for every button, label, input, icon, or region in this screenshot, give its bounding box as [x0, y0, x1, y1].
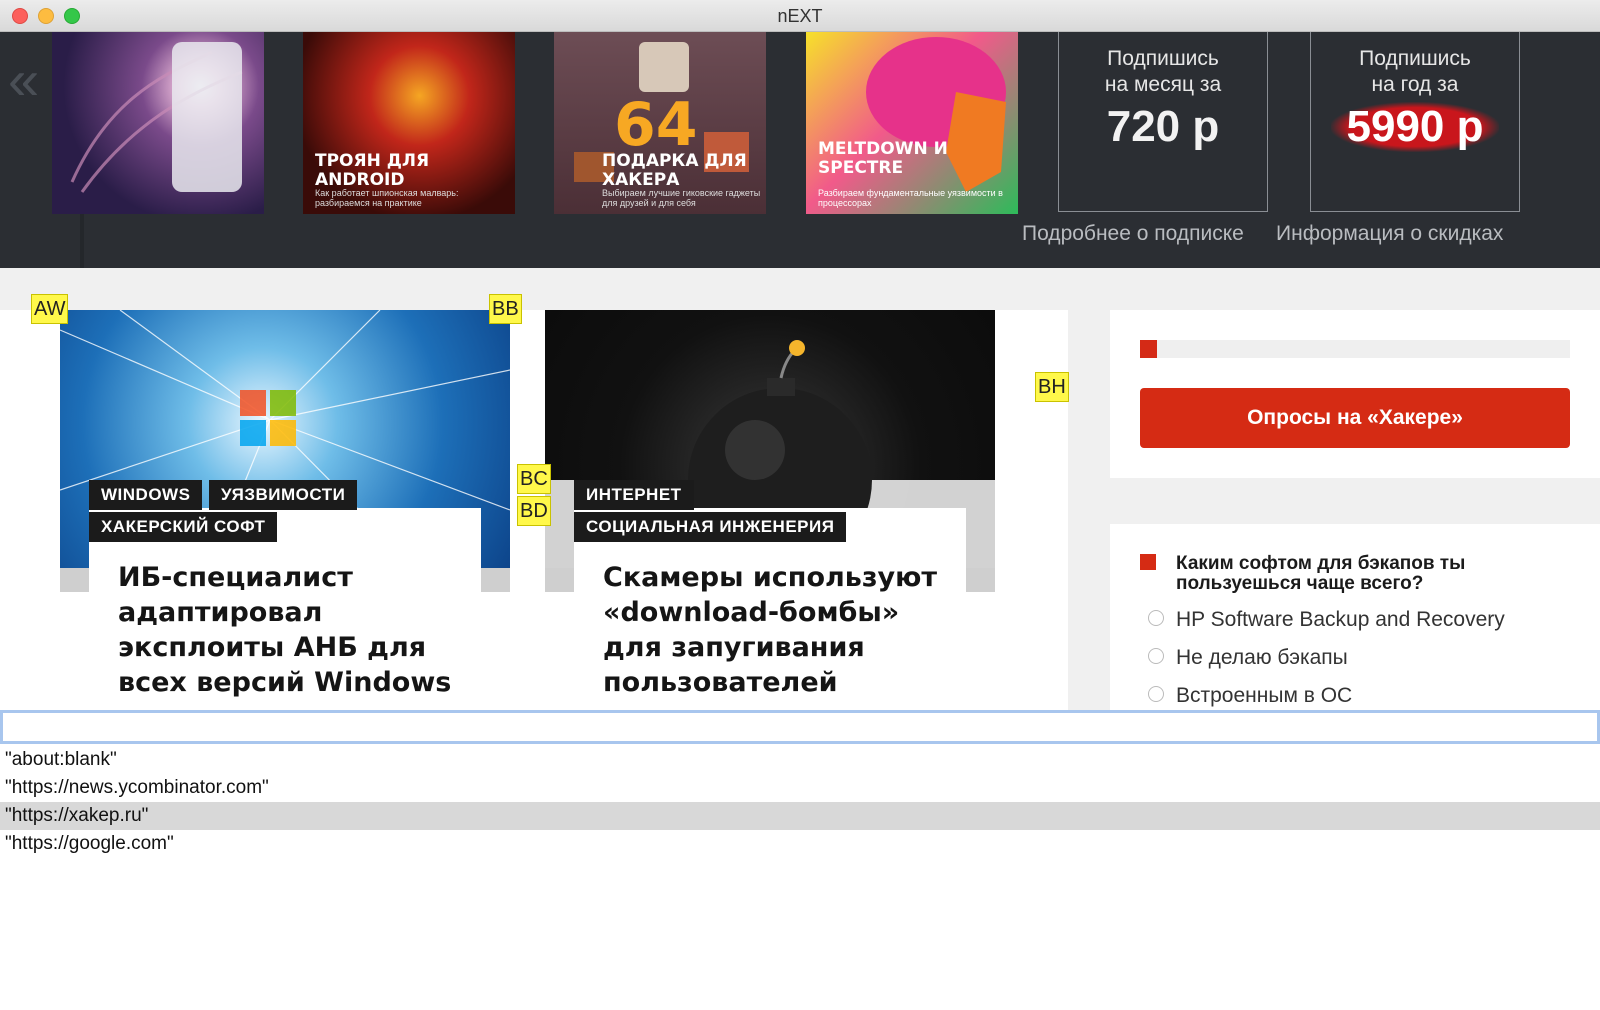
- link-hint-bh: BH: [1035, 372, 1069, 402]
- magazine-cover-1[interactable]: [52, 32, 264, 214]
- poll-question-widget: Каким софтом для бэкапов ты пользуешься …: [1110, 524, 1600, 710]
- subscribe-year-price: 5990 р: [1330, 102, 1500, 152]
- poll-option-1[interactable]: HP Software Backup and Recovery: [1148, 608, 1505, 632]
- discounts-info-link[interactable]: Информация о скидках: [1276, 222, 1503, 246]
- radio-icon[interactable]: [1148, 686, 1164, 703]
- link-hint-bb: BB: [489, 294, 522, 324]
- poll-option-3-label: Встроенным в ОС: [1176, 684, 1353, 707]
- article-1-tag-windows[interactable]: WINDOWS: [89, 480, 203, 510]
- magazine-strip: « ТРОЯН ДЛЯ ANDROID Как работает шпионск…: [0, 32, 1600, 268]
- magazine-cover-4[interactable]: MELTDOWN И SPECTRE Разбираем фундаментал…: [806, 32, 1018, 214]
- url-suggestion[interactable]: "https://google.com": [0, 830, 1600, 858]
- subscribe-year-line1: Подпишись: [1359, 47, 1471, 70]
- poll-option-2[interactable]: Не делаю бэкапы: [1148, 646, 1348, 670]
- window-titlebar: nEXT: [0, 0, 1600, 32]
- url-suggestion[interactable]: "https://xakep.ru": [0, 802, 1600, 830]
- poll-bullet-icon: [1140, 554, 1156, 570]
- subscribe-month-price: 720 р: [1106, 102, 1220, 151]
- poll-option-3[interactable]: Встроенным в ОС: [1148, 684, 1352, 708]
- radio-icon[interactable]: [1148, 648, 1164, 665]
- subscribe-year-box[interactable]: Подпишись на год за 5990 р: [1310, 32, 1520, 212]
- cover-2-subtitle: Как работает шпионская малварь: разбирае…: [315, 188, 459, 208]
- article-2-tag-social-engineering[interactable]: СОЦИАЛЬНАЯ ИНЖЕНЕРИЯ: [574, 512, 847, 542]
- carousel-prev-icon[interactable]: «: [8, 52, 39, 108]
- subscribe-month-line2: на месяц за: [1104, 73, 1222, 96]
- cover-4-subtitle: Разбираем фундаментальные уязвимости в п…: [818, 188, 1003, 208]
- url-suggestion[interactable]: "https://news.ycombinator.com": [0, 774, 1600, 802]
- content-gap: [0, 268, 1600, 310]
- url-suggestion[interactable]: "about:blank": [0, 746, 1600, 774]
- cover-2-title: ТРОЯН ДЛЯ ANDROID: [315, 151, 430, 190]
- url-suggestions-list: "about:blank" "https://news.ycombinator.…: [0, 746, 1600, 858]
- cover-4-art: [866, 37, 1006, 192]
- article-2-headline[interactable]: Скамеры используют «download-бомбы» для …: [603, 560, 943, 700]
- window-title: nEXT: [777, 6, 823, 26]
- link-hint-bc: BC: [517, 464, 551, 494]
- poll-option-1-label: HP Software Backup and Recovery: [1176, 608, 1505, 631]
- cover-3-number: 64: [614, 90, 698, 160]
- magazine-cover-2[interactable]: ТРОЯН ДЛЯ ANDROID Как работает шпионская…: [303, 32, 515, 214]
- cover-3-title: ПОДАРКА ДЛЯ ХАКЕРА: [602, 151, 747, 190]
- polls-button[interactable]: Опросы на «Хакере»: [1140, 388, 1570, 448]
- subscribe-month-line1: Подпишись: [1107, 47, 1219, 70]
- cover-1-art: [70, 42, 243, 193]
- article-2-tag-internet[interactable]: ИНТЕРНЕТ: [574, 480, 694, 510]
- article-1-tag-vulnerabilities[interactable]: УЯЗВИМОСТИ: [209, 480, 358, 510]
- link-hint-bd: BD: [517, 496, 551, 526]
- cover-4-title: MELTDOWN И SPECTRE: [818, 139, 948, 178]
- poll-progress-fill: [1140, 340, 1158, 358]
- subscribe-month-box[interactable]: Подпишись на месяц за 720 р: [1058, 32, 1268, 212]
- article-1-headline[interactable]: ИБ-специалист адаптировал эксплоиты АНБ …: [118, 560, 458, 700]
- magazine-cover-3[interactable]: 64 ПОДАРКА ДЛЯ ХАКЕРА Выбираем лучшие ги…: [554, 32, 766, 214]
- subscribe-year-line2: на год за: [1371, 73, 1459, 96]
- radio-icon[interactable]: [1148, 610, 1164, 627]
- polls-widget: Опросы на «Хакере»: [1110, 310, 1600, 478]
- link-hint-aw: AW: [31, 294, 69, 324]
- article-1-tag-hacker-soft[interactable]: ХАКЕРСКИЙ СОФТ: [89, 512, 278, 542]
- poll-progress-bar: [1140, 340, 1570, 358]
- poll-option-2-label: Не делаю бэкапы: [1176, 646, 1348, 669]
- url-input[interactable]: [3, 713, 1597, 741]
- poll-question: Каким софтом для бэкапов ты пользуешься …: [1176, 553, 1466, 594]
- url-input-box[interactable]: [0, 710, 1600, 744]
- subscription-details-link[interactable]: Подробнее о подписке: [1022, 222, 1244, 246]
- cover-3-subtitle: Выбираем лучшие гиковские гаджеты для др…: [602, 188, 761, 208]
